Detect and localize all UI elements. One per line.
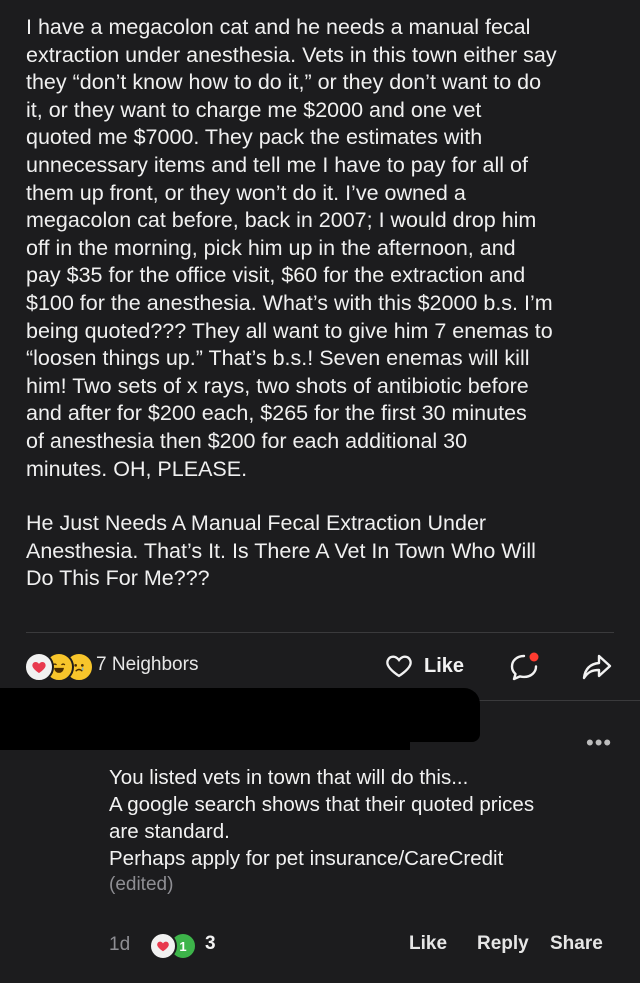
like-label: Like bbox=[424, 654, 465, 677]
comment-reaction-count[interactable]: 3 bbox=[205, 933, 216, 955]
comment-share-button[interactable]: Share bbox=[550, 933, 603, 955]
like-button[interactable]: Like bbox=[384, 650, 464, 682]
comment-bubble-icon bbox=[510, 652, 539, 681]
comment-more-button[interactable]: ••• bbox=[586, 730, 612, 756]
edited-label: (edited) bbox=[109, 874, 174, 895]
share-arrow-icon bbox=[582, 654, 612, 680]
comment-footer: 1d 1 3 Like Reply Share bbox=[109, 930, 610, 960]
comment-like-button[interactable]: Like bbox=[409, 933, 447, 955]
redacted-commenter-block-tail bbox=[0, 730, 410, 750]
heart-icon bbox=[24, 652, 54, 682]
comment-timestamp: 1d bbox=[109, 934, 131, 955]
comment-reaction-summary[interactable]: 1 bbox=[149, 932, 199, 960]
comment-reply-button[interactable]: Reply bbox=[477, 933, 529, 955]
comment-button[interactable] bbox=[506, 648, 542, 684]
heart-outline-icon bbox=[386, 655, 412, 678]
notification-dot bbox=[529, 652, 539, 662]
share-button[interactable] bbox=[580, 650, 614, 684]
post-body: I have a megacolon cat and he needs a ma… bbox=[26, 14, 626, 593]
comment-body: You listed vets in town that will do thi… bbox=[109, 766, 535, 870]
reaction-count[interactable]: 7 Neighbors bbox=[96, 654, 198, 676]
post-paragraph-1: I have a megacolon cat and he needs a ma… bbox=[26, 15, 557, 481]
heart-icon bbox=[149, 932, 177, 960]
reaction-summary[interactable] bbox=[24, 652, 100, 682]
post-reaction-bar: 7 Neighbors Like bbox=[24, 646, 616, 686]
post-divider bbox=[26, 632, 614, 633]
post-paragraph-2: He Just Needs A Manual Fecal Extraction … bbox=[26, 511, 536, 591]
